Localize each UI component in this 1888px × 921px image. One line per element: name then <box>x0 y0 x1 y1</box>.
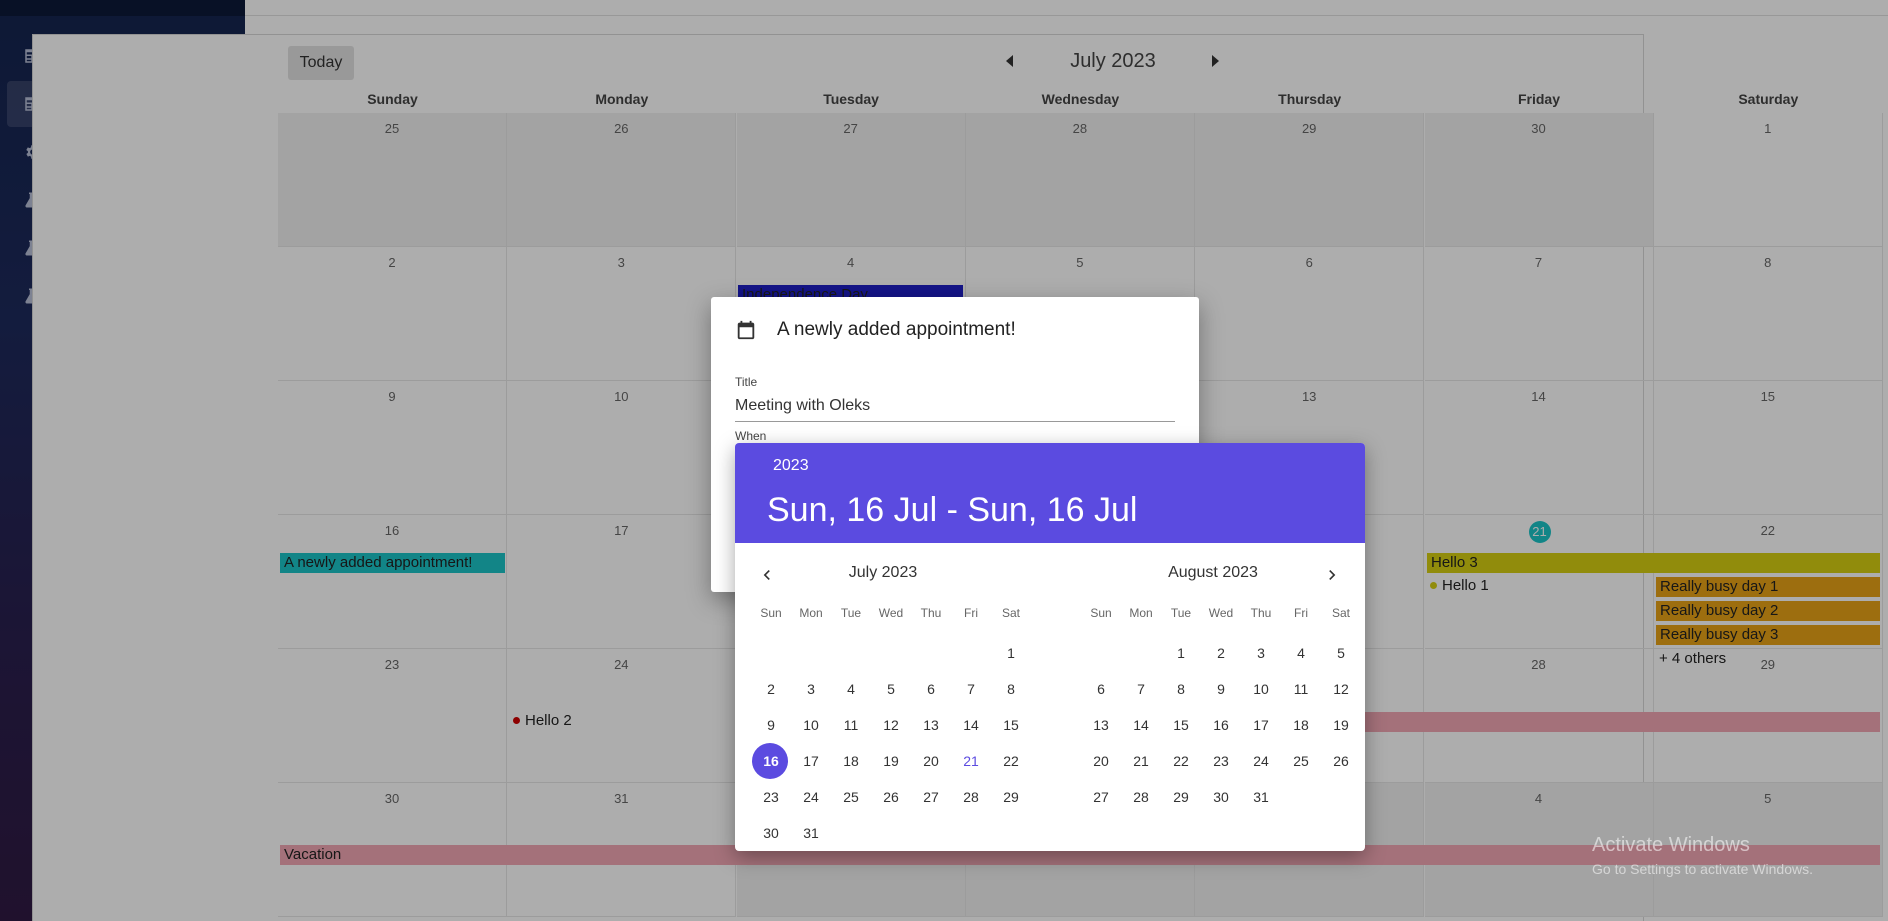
picker-day[interactable]: 18 <box>1281 707 1321 743</box>
activation-watermark-title: Activate Windows <box>1592 834 1750 856</box>
chevron-right-icon[interactable] <box>1322 565 1342 585</box>
picker-day[interactable]: 19 <box>1321 707 1361 743</box>
picker-day[interactable]: 26 <box>1321 743 1361 779</box>
picker-day[interactable]: 3 <box>791 671 831 707</box>
picker-day[interactable]: 13 <box>911 707 951 743</box>
picker-day[interactable]: 7 <box>951 671 991 707</box>
picker-day[interactable]: 10 <box>791 707 831 743</box>
picker-day[interactable]: 8 <box>1161 671 1201 707</box>
picker-weekday: Sun <box>760 606 782 620</box>
picker-day[interactable]: 19 <box>871 743 911 779</box>
picker-weekday: Mon <box>1129 606 1153 620</box>
picker-day[interactable]: 11 <box>831 707 871 743</box>
date-range-picker: 2023 Sun, 16 Jul - Sun, 16 Jul July 2023… <box>735 443 1365 851</box>
picker-day[interactable]: 12 <box>1321 671 1361 707</box>
picker-day[interactable]: 14 <box>951 707 991 743</box>
picker-weekday: Tue <box>1170 606 1192 620</box>
picker-day[interactable]: 6 <box>1081 671 1121 707</box>
picker-day[interactable]: 23 <box>1201 743 1241 779</box>
picker-day[interactable]: 7 <box>1121 671 1161 707</box>
picker-day[interactable]: 24 <box>791 779 831 815</box>
picker-day[interactable]: 25 <box>1281 743 1321 779</box>
picker-day[interactable]: 4 <box>831 671 871 707</box>
picker-weekday: Mon <box>799 606 823 620</box>
picker-day[interactable]: 2 <box>1201 635 1241 671</box>
picker-day[interactable]: 18 <box>831 743 871 779</box>
picker-weekday: Sat <box>1001 606 1020 620</box>
picker-day[interactable]: 20 <box>911 743 951 779</box>
dialog-title: A newly added appointment! <box>777 319 1016 340</box>
picker-day[interactable]: 17 <box>1241 707 1281 743</box>
picker-month-label: August 2023 <box>1168 564 1258 581</box>
picker-year[interactable]: 2023 <box>773 457 809 475</box>
picker-day[interactable]: 31 <box>791 815 831 851</box>
picker-day[interactable]: 28 <box>1121 779 1161 815</box>
picker-day[interactable]: 15 <box>1161 707 1201 743</box>
picker-weekday: Fri <box>964 606 978 620</box>
picker-day[interactable]: 1 <box>1161 635 1201 671</box>
picker-weekday: Thu <box>920 606 942 620</box>
picker-day[interactable]: 14 <box>1121 707 1161 743</box>
picker-day[interactable]: 1 <box>991 635 1031 671</box>
picker-day[interactable]: 6 <box>911 671 951 707</box>
picker-day[interactable]: 5 <box>871 671 911 707</box>
picker-weekday: Wed <box>878 606 904 620</box>
picker-range: Sun, 16 Jul - Sun, 16 Jul <box>767 491 1138 529</box>
picker-day[interactable]: 30 <box>751 815 791 851</box>
picker-month-label: July 2023 <box>848 564 918 581</box>
picker-day[interactable]: 21 <box>951 743 991 779</box>
picker-day[interactable]: 2 <box>751 671 791 707</box>
picker-day[interactable]: 4 <box>1281 635 1321 671</box>
picker-day[interactable]: 22 <box>1161 743 1201 779</box>
picker-day[interactable]: 11 <box>1281 671 1321 707</box>
picker-day[interactable]: 27 <box>1081 779 1121 815</box>
picker-day[interactable]: 3 <box>1241 635 1281 671</box>
picker-day[interactable]: 31 <box>1241 779 1281 815</box>
picker-day[interactable]: 24 <box>1241 743 1281 779</box>
picker-day[interactable]: 16 <box>751 743 791 779</box>
title-field[interactable]: Meeting with Oleks <box>735 397 1175 422</box>
when-field-label: When <box>735 429 767 443</box>
activation-watermark-text: Go to Settings to activate Windows. <box>1592 861 1813 877</box>
picker-day[interactable]: 17 <box>791 743 831 779</box>
picker-day[interactable]: 8 <box>991 671 1031 707</box>
title-field-label: Title <box>735 375 758 389</box>
picker-weekday: Wed <box>1208 606 1234 620</box>
picker-day[interactable]: 27 <box>911 779 951 815</box>
picker-weekday: Fri <box>1294 606 1308 620</box>
picker-day[interactable]: 22 <box>991 743 1031 779</box>
picker-day[interactable]: 29 <box>991 779 1031 815</box>
picker-day[interactable]: 16 <box>1201 707 1241 743</box>
picker-day[interactable]: 23 <box>751 779 791 815</box>
picker-day[interactable]: 28 <box>951 779 991 815</box>
picker-day[interactable]: 9 <box>1201 671 1241 707</box>
picker-day[interactable]: 25 <box>831 779 871 815</box>
picker-header: 2023 Sun, 16 Jul - Sun, 16 Jul <box>735 443 1365 543</box>
picker-weekday: Thu <box>1250 606 1272 620</box>
calendar-icon <box>737 320 755 340</box>
chevron-left-icon[interactable] <box>757 565 777 585</box>
picker-day[interactable]: 26 <box>871 779 911 815</box>
picker-day[interactable]: 21 <box>1121 743 1161 779</box>
picker-day[interactable]: 15 <box>991 707 1031 743</box>
picker-weekday: Sun <box>1090 606 1112 620</box>
picker-day[interactable]: 9 <box>751 707 791 743</box>
picker-day[interactable]: 12 <box>871 707 911 743</box>
picker-day[interactable]: 10 <box>1241 671 1281 707</box>
picker-day[interactable]: 29 <box>1161 779 1201 815</box>
picker-day[interactable]: 30 <box>1201 779 1241 815</box>
picker-weekday: Sat <box>1331 606 1350 620</box>
picker-day[interactable]: 5 <box>1321 635 1361 671</box>
picker-day[interactable]: 13 <box>1081 707 1121 743</box>
picker-day[interactable]: 20 <box>1081 743 1121 779</box>
picker-weekday: Tue <box>840 606 862 620</box>
